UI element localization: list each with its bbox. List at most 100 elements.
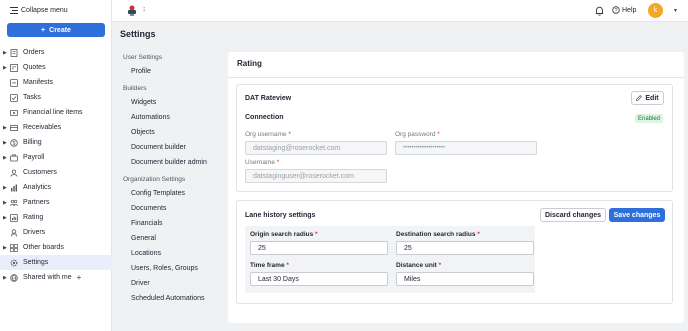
- svg-text:$: $: [13, 140, 16, 146]
- status-badge: Enabled: [635, 114, 664, 123]
- settings-item-users-roles-groups[interactable]: Users, Roles, Groups: [112, 261, 226, 276]
- caret-right-icon[interactable]: ▶: [3, 215, 7, 221]
- sidebar-item-drivers[interactable]: Drivers: [0, 225, 112, 240]
- distance-unit-select[interactable]: Miles: [396, 272, 534, 286]
- username-field[interactable]: datstaginguser@roserocket.com: [245, 169, 387, 183]
- dat-rateview-card: DAT Rateview Edit Connection Enabled Org…: [236, 84, 673, 192]
- panel-title: Rating: [237, 59, 262, 68]
- sidebar-item-settings[interactable]: Settings: [0, 255, 112, 270]
- sidebar-item-label: Manifests: [23, 79, 53, 86]
- sidebar-item-tasks[interactable]: Tasks: [0, 90, 112, 105]
- settings-item-profile[interactable]: Profile: [112, 64, 226, 79]
- settings-group-builders: Builders: [123, 85, 147, 92]
- sidebar-item-payroll[interactable]: ▶ Payroll: [0, 150, 112, 165]
- sidebar-item-label: Receivables: [23, 124, 62, 131]
- caret-right-icon[interactable]: ▶: [3, 275, 7, 281]
- receivables-icon: [10, 124, 18, 132]
- dat-rateview-title: DAT Rateview: [245, 95, 292, 102]
- org-password-label: Org password *: [395, 131, 440, 138]
- origin-radius-label: Origin search radius *: [250, 231, 318, 238]
- company-logo-icon[interactable]: [126, 5, 138, 16]
- settings-group-organization: Organization Settings: [123, 176, 186, 183]
- destination-radius-label: Destination search radius *: [396, 231, 480, 238]
- svg-text:?: ?: [614, 8, 617, 14]
- time-frame-select[interactable]: Last 30 Days: [250, 272, 388, 286]
- help-button[interactable]: ? Help: [612, 6, 636, 14]
- edit-button[interactable]: Edit: [631, 91, 664, 105]
- settings-item-widgets[interactable]: Widgets: [112, 95, 226, 110]
- drivers-icon: [10, 228, 18, 237]
- caret-right-icon[interactable]: ▶: [3, 65, 7, 71]
- settings-item-documents[interactable]: Documents: [112, 201, 226, 216]
- sidebar-item-rating[interactable]: ▶ Rating: [0, 210, 112, 225]
- caret-right-icon[interactable]: ▶: [3, 200, 7, 206]
- boards-icon: [10, 243, 18, 252]
- sidebar-item-label: Shared with me: [23, 274, 72, 281]
- sidebar-item-quotes[interactable]: ▶ Quotes: [0, 60, 112, 75]
- add-shared-icon[interactable]: +: [77, 273, 82, 282]
- sidebar-item-label: Tasks: [23, 94, 41, 101]
- edit-label: Edit: [645, 94, 659, 102]
- discard-changes-button[interactable]: Discard changes: [540, 208, 606, 222]
- settings-item-document-builder[interactable]: Document builder: [112, 140, 226, 155]
- caret-right-icon[interactable]: ▶: [3, 140, 7, 146]
- username-label: Username *: [245, 159, 280, 166]
- sidebar-item-partners[interactable]: ▶ Partners: [0, 195, 112, 210]
- customers-icon: [10, 169, 18, 177]
- settings-item-general[interactable]: General: [112, 231, 226, 246]
- origin-radius-input[interactable]: 25: [250, 241, 388, 255]
- caret-right-icon[interactable]: ▶: [3, 245, 7, 251]
- distance-unit-label: Distance unit *: [396, 262, 442, 269]
- save-changes-button[interactable]: Save changes: [609, 208, 665, 222]
- caret-right-icon[interactable]: ▶: [3, 50, 7, 56]
- collapse-menu-label: Collapse menu: [21, 6, 68, 14]
- sidebar-item-manifests[interactable]: Manifests: [0, 75, 112, 90]
- settings-item-objects[interactable]: Objects: [112, 125, 226, 140]
- orders-icon: [10, 48, 18, 57]
- caret-right-icon[interactable]: ▶: [3, 125, 7, 131]
- sidebar-item-label: Other boards: [23, 244, 64, 251]
- sidebar: Collapse menu + Create ▶ Orders ▶ Quotes…: [0, 0, 112, 331]
- destination-radius-input[interactable]: 25: [396, 241, 534, 255]
- chevron-down-icon[interactable]: ▾: [674, 7, 677, 14]
- org-username-label: Org username *: [245, 131, 291, 138]
- settings-item-scheduled-automations[interactable]: Scheduled Automations: [112, 291, 226, 306]
- sidebar-item-label: Orders: [23, 49, 45, 56]
- org-username-field[interactable]: datstaging@roserocket.com: [245, 141, 387, 155]
- sidebar-item-orders[interactable]: ▶ Orders: [0, 45, 112, 60]
- shared-icon: [10, 273, 18, 282]
- org-password-field[interactable]: ••••••••••••••••••••: [395, 141, 537, 155]
- sidebar-item-label: Drivers: [23, 229, 46, 236]
- switcher-chevron-icon[interactable]: ⁝: [143, 6, 145, 14]
- settings-item-config-templates[interactable]: Config Templates: [112, 186, 226, 201]
- sidebar-item-receivables[interactable]: ▶ Receivables: [0, 120, 112, 135]
- sidebar-item-shared-with-me[interactable]: ▶ Shared with me +: [0, 270, 112, 285]
- settings-item-financials[interactable]: Financials: [112, 216, 226, 231]
- caret-right-icon[interactable]: ▶: [3, 155, 7, 161]
- rating-panel: Rating DAT Rateview Edit Connection Enab…: [228, 52, 684, 323]
- avatar[interactable]: k: [648, 3, 663, 18]
- sidebar-item-analytics[interactable]: ▶ Analytics: [0, 180, 112, 195]
- collapse-menu-button[interactable]: Collapse menu: [10, 5, 68, 15]
- sidebar-item-financial-line-items[interactable]: Financial line items: [0, 105, 112, 120]
- settings-item-document-builder-admin[interactable]: Document builder admin: [112, 155, 226, 170]
- settings-item-driver[interactable]: Driver: [112, 276, 226, 291]
- create-label: Create: [49, 26, 71, 34]
- divider: [228, 77, 684, 78]
- settings-item-locations[interactable]: Locations: [112, 246, 226, 261]
- caret-right-icon[interactable]: ▶: [3, 185, 7, 191]
- bell-icon[interactable]: [595, 6, 604, 16]
- sidebar-item-billing[interactable]: ▶ $ Billing: [0, 135, 112, 150]
- partners-icon: [10, 199, 18, 207]
- sidebar-item-customers[interactable]: Customers: [0, 165, 112, 180]
- sidebar-item-other-boards[interactable]: ▶ Other boards: [0, 240, 112, 255]
- create-button[interactable]: + Create: [7, 23, 105, 37]
- lane-settings-grid: Origin search radius * 25 Destination se…: [245, 226, 535, 293]
- sidebar-nav: ▶ Orders ▶ Quotes Manifests Tasks Financ…: [0, 45, 112, 285]
- rating-icon: [10, 213, 18, 222]
- financial-icon: [10, 109, 18, 117]
- sidebar-item-label: Rating: [23, 214, 44, 221]
- analytics-icon: [10, 184, 18, 192]
- settings-item-automations[interactable]: Automations: [112, 110, 226, 125]
- lane-history-title: Lane history settings: [245, 212, 316, 219]
